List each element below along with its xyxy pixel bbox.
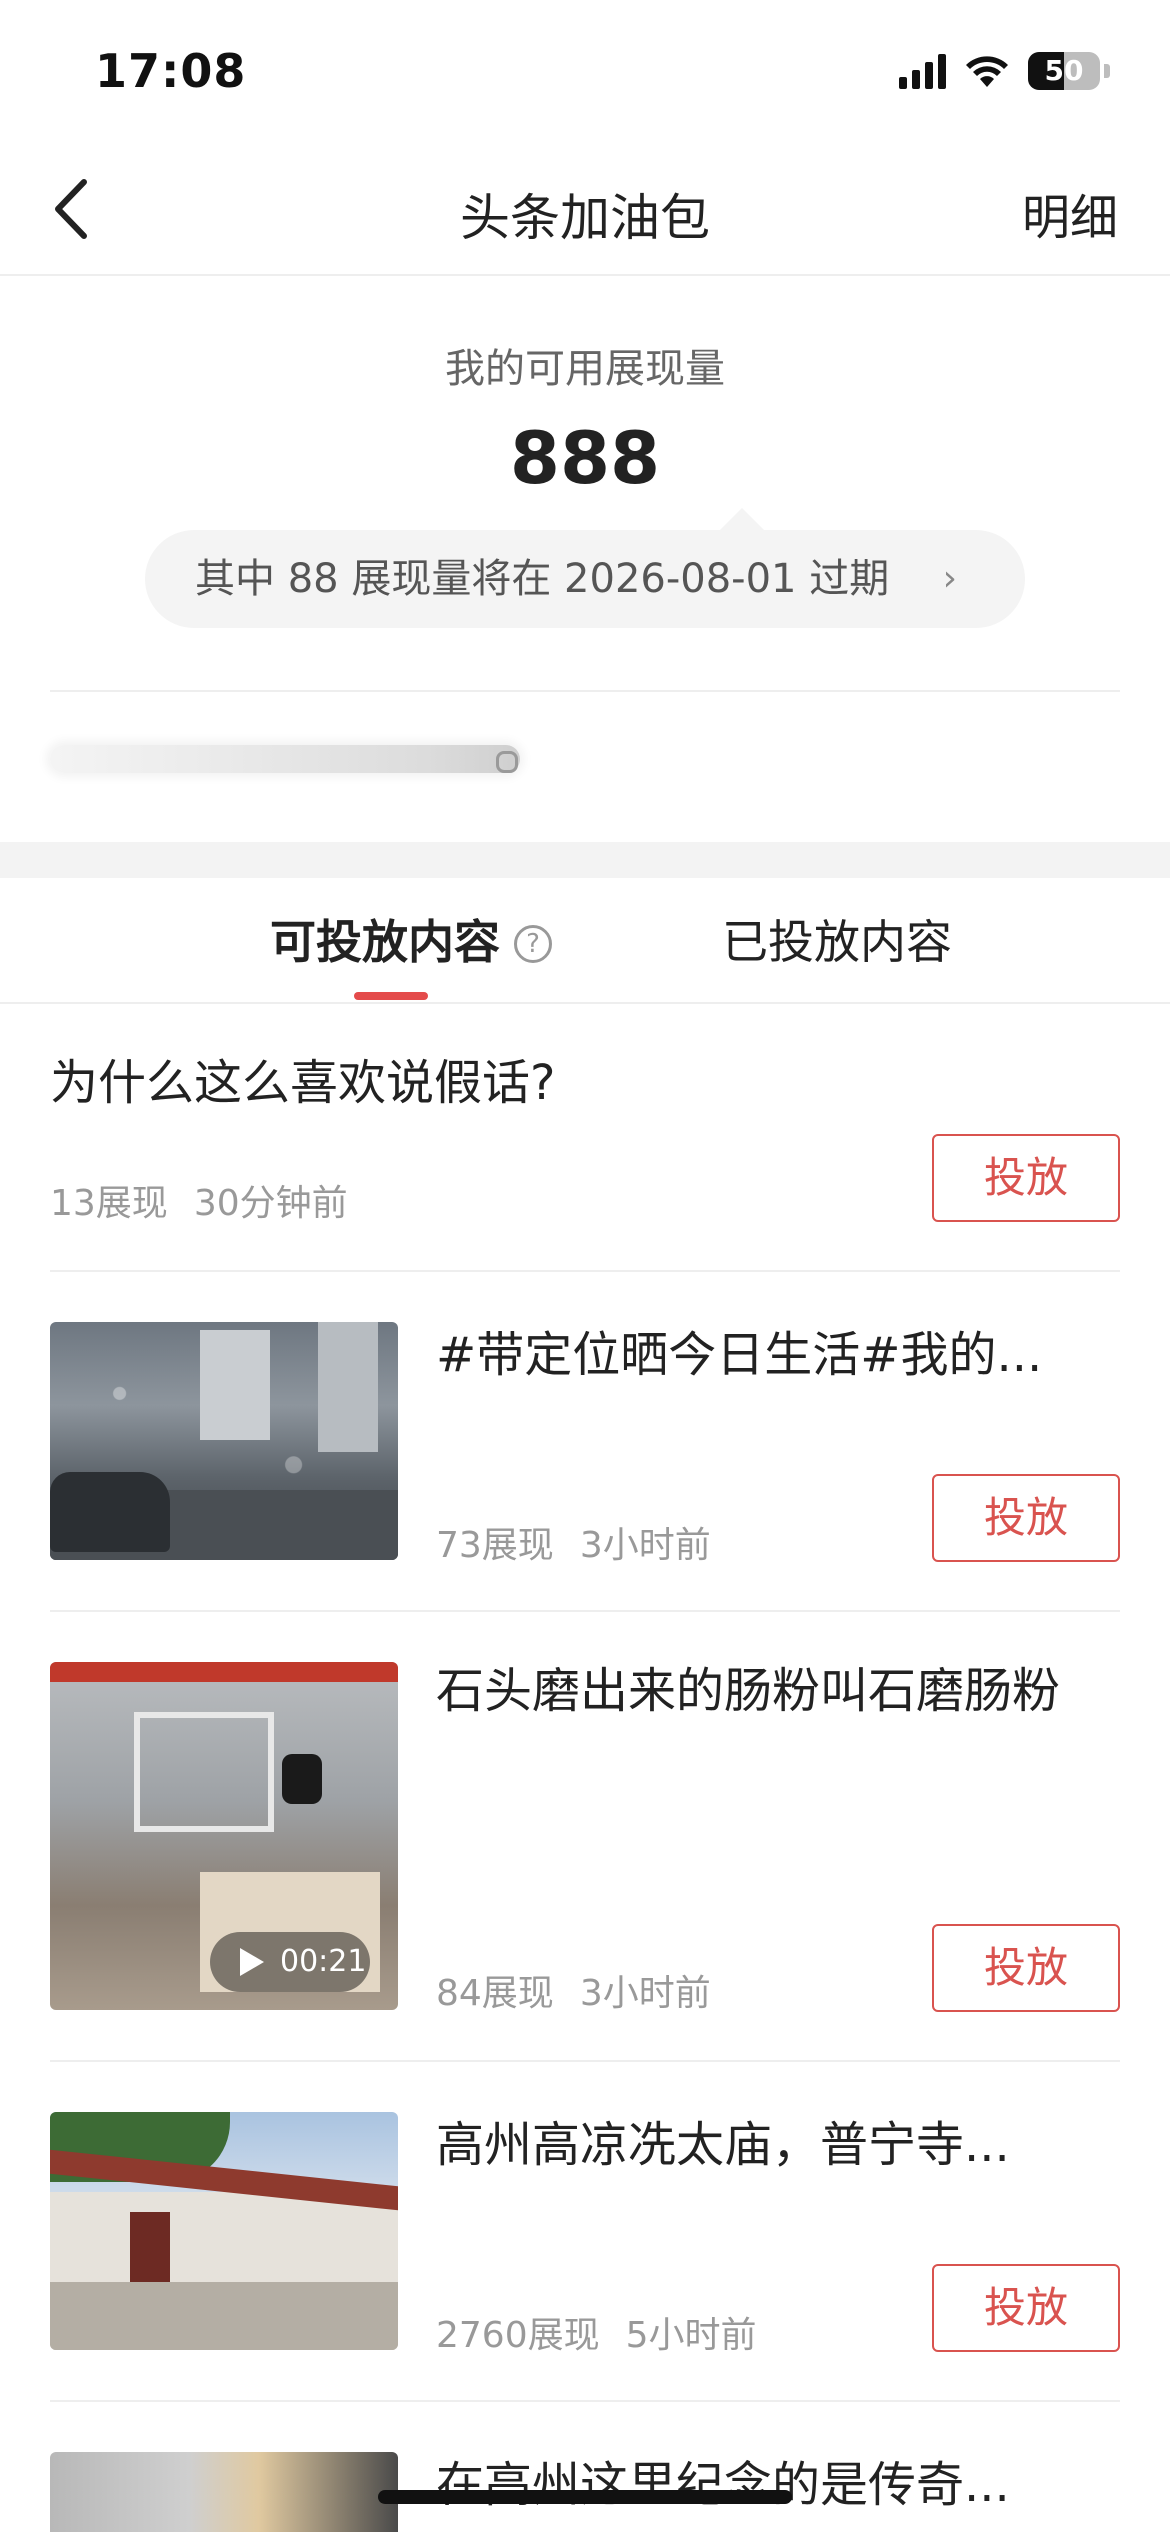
section-separator xyxy=(0,842,1170,878)
battery-percentage: 50 xyxy=(1044,54,1084,87)
impression-summary: 我的可用展现量 888 其中 88 展现量将在 2026-08-01 过期 › xyxy=(0,278,1170,840)
available-impressions-label: 我的可用展现量 xyxy=(445,346,725,392)
cellular-signal-icon xyxy=(899,53,946,89)
impression-count: 13展现 xyxy=(50,1183,168,1224)
status-time: 17:08 xyxy=(95,44,247,98)
active-tab-indicator xyxy=(354,992,428,1000)
list-item[interactable]: 为什么这么喜欢说假话? 13展现 30分钟前 投放 xyxy=(0,1004,1170,1272)
post-time: 3小时前 xyxy=(579,1973,711,2014)
item-title: 石头磨出来的肠粉叫石磨肠粉 xyxy=(436,1663,1061,1719)
tab-delivered-content[interactable]: 已投放内容 xyxy=(722,906,952,972)
deliver-button[interactable]: 投放 xyxy=(932,1134,1120,1222)
available-impressions-value: 888 xyxy=(509,416,661,500)
detail-link[interactable]: 明细 xyxy=(1022,178,1118,248)
list-item[interactable]: #带定位晒今日生活#我的... 73展现 3小时前 投放 xyxy=(0,1272,1170,1612)
post-time: 30分钟前 xyxy=(193,1183,348,1224)
page-title: 头条加油包 xyxy=(460,189,710,247)
item-meta: 84展现 3小时前 xyxy=(436,1964,711,2016)
chevron-right-icon: › xyxy=(942,558,957,599)
battery-nub xyxy=(1104,64,1110,78)
wifi-icon xyxy=(966,56,1008,87)
home-indicator[interactable] xyxy=(378,2490,792,2504)
status-bar: 17:08 50 xyxy=(0,0,1170,140)
item-title: #带定位晒今日生活#我的... xyxy=(436,1327,1043,1383)
expiry-notice[interactable]: 其中 88 展现量将在 2026-08-01 过期 › xyxy=(145,508,1025,628)
item-title: 为什么这么喜欢说假话? xyxy=(50,1055,556,1111)
deliver-button[interactable]: 投放 xyxy=(932,2264,1120,2352)
list-item[interactable]: 在高州这里纪念的是传奇... xyxy=(0,2402,1170,2532)
post-time: 5小时前 xyxy=(625,2315,757,2356)
question-mark-icon[interactable]: ? xyxy=(514,925,552,963)
expiry-text: 其中 88 展现量将在 2026-08-01 过期 xyxy=(195,556,890,602)
deliver-button[interactable]: 投放 xyxy=(932,1474,1120,1562)
item-thumbnail: 00:21 xyxy=(50,1662,398,2010)
blurred-placeholder xyxy=(50,745,520,773)
item-meta: 73展现 3小时前 xyxy=(436,1516,711,1568)
tab-available-content[interactable]: 可投放内容? xyxy=(270,906,552,972)
item-thumbnail xyxy=(50,2112,398,2350)
pill-caret xyxy=(720,508,764,530)
battery-icon: 50 xyxy=(1028,52,1100,90)
impression-count: 84展现 xyxy=(436,1973,554,2014)
item-title: 高州高凉冼太庙，普宁寺... xyxy=(436,2117,1010,2173)
status-icons: 50 xyxy=(899,52,1110,90)
item-title: 在高州这里纪念的是传奇... xyxy=(436,2457,1010,2513)
item-meta: 13展现 30分钟前 xyxy=(50,1174,348,1226)
content-tabs: 可投放内容? 已投放内容 xyxy=(0,878,1170,1004)
impression-count: 73展现 xyxy=(436,1525,554,1566)
list-item[interactable]: 高州高凉冼太庙，普宁寺... 2760展现 5小时前 投放 xyxy=(0,2062,1170,2402)
item-meta: 2760展现 5小时前 xyxy=(436,2306,757,2358)
impression-count: 2760展现 xyxy=(436,2315,600,2356)
video-duration-badge: 00:21 xyxy=(210,1932,370,1992)
item-thumbnail xyxy=(50,1322,398,1560)
tab-available-label: 可投放内容 xyxy=(270,915,500,969)
video-duration: 00:21 xyxy=(280,1944,367,1979)
list-item[interactable]: 00:21 石头磨出来的肠粉叫石磨肠粉 84展现 3小时前 投放 xyxy=(0,1612,1170,2062)
post-time: 3小时前 xyxy=(579,1525,711,1566)
item-thumbnail xyxy=(50,2452,398,2532)
deliver-button[interactable]: 投放 xyxy=(932,1924,1120,2012)
nav-bar: 头条加油包 明细 xyxy=(0,140,1170,276)
play-icon xyxy=(240,1948,264,1976)
divider xyxy=(50,690,1120,692)
